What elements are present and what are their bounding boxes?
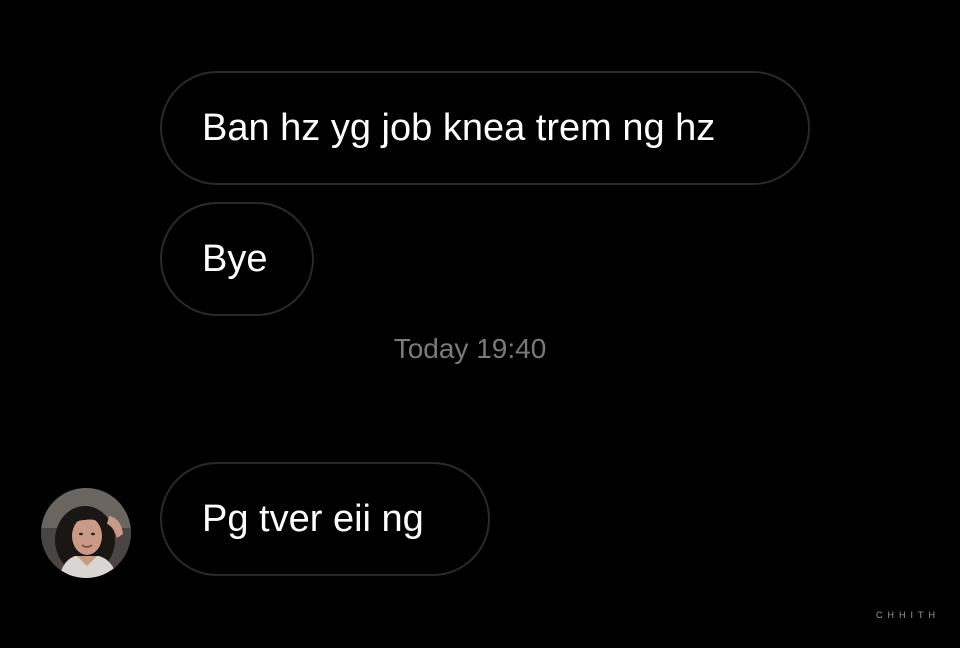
message-text: Bye xyxy=(202,238,268,280)
user-avatar-photo-icon xyxy=(41,488,131,578)
message-bubble[interactable]: Ban hz yg job knea trem ng hz xyxy=(160,71,810,185)
message-bubble[interactable]: Pg tver eii ng xyxy=(160,462,490,576)
message-bubble[interactable]: Bye xyxy=(160,202,314,316)
message-text: Ban hz yg job knea trem ng hz xyxy=(202,107,716,149)
message-timestamp: Today 19:40 xyxy=(393,333,547,364)
watermark: CHHITH xyxy=(876,610,940,620)
avatar[interactable] xyxy=(41,488,131,578)
message-text: Pg tver eii ng xyxy=(202,498,424,540)
